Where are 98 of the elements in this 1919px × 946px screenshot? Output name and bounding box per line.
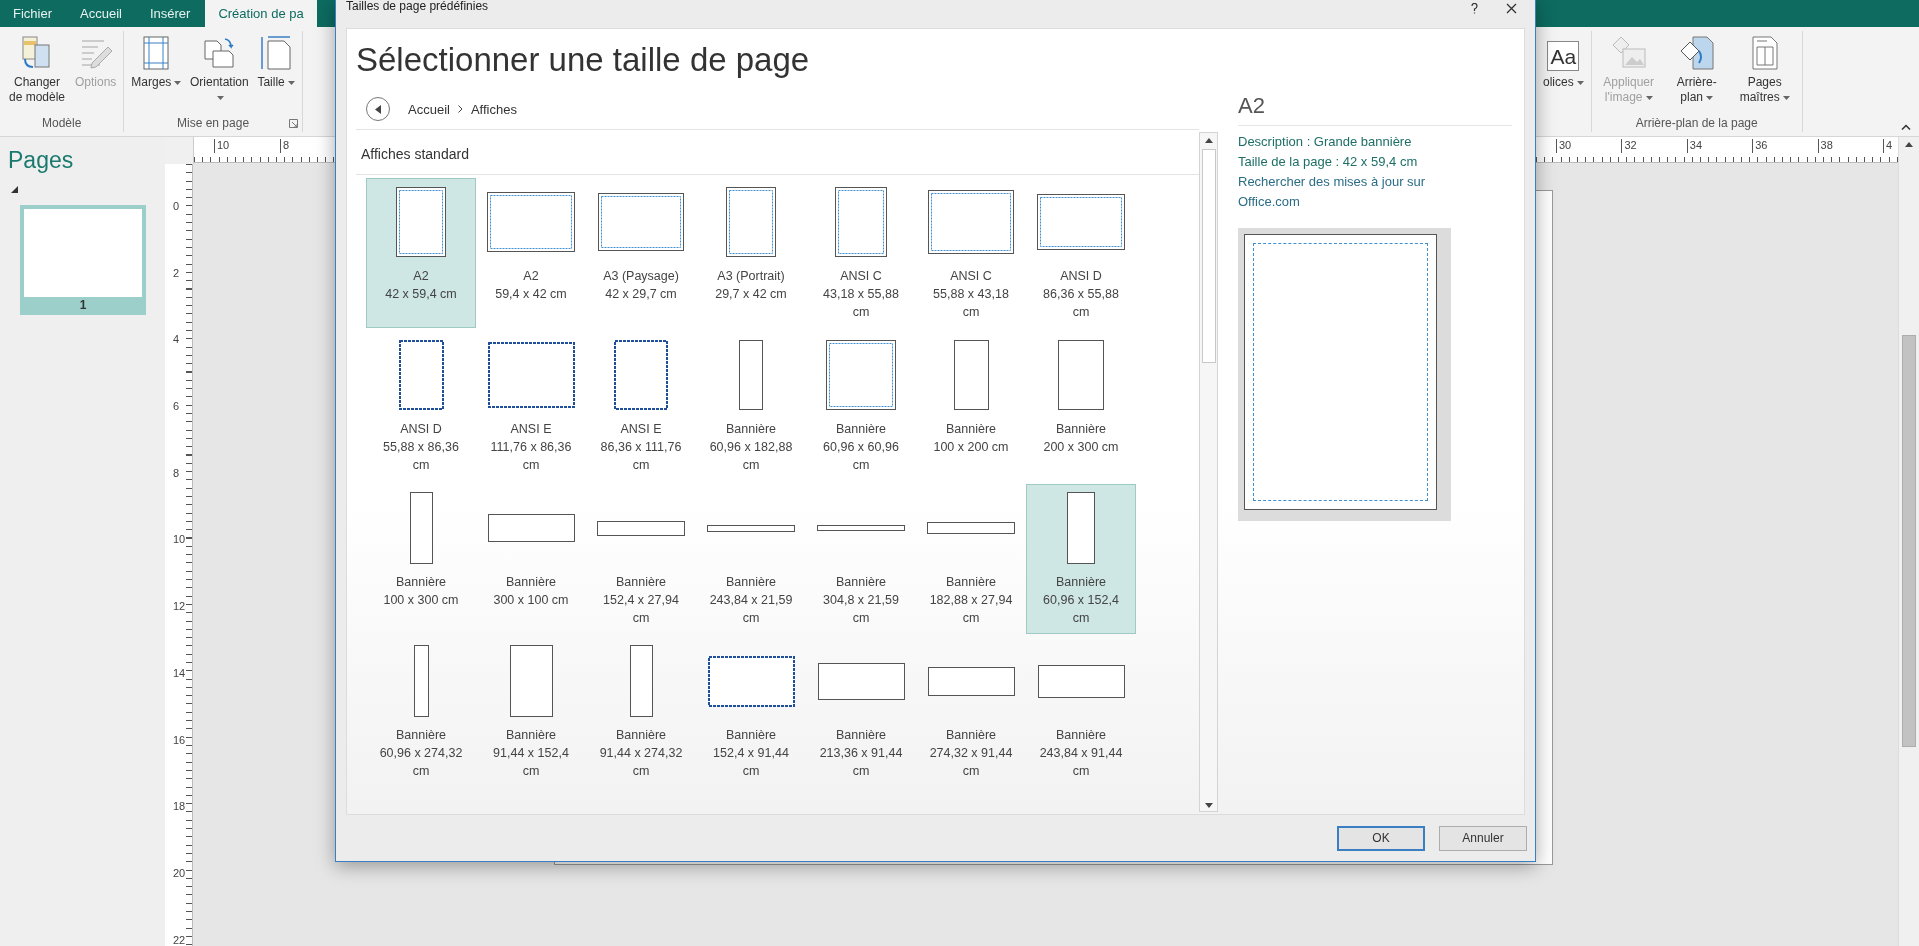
page-size-item[interactable]: Bannière 304,8 x 21,59 cm (806, 484, 916, 634)
page-thumbnail-icon (487, 342, 575, 408)
page-size-item[interactable]: Bannière 200 x 300 cm (1026, 331, 1136, 481)
page-thumbnail-icon (835, 187, 887, 257)
page-size-item[interactable]: ANSI E 111,76 x 86,36 cm (476, 331, 586, 481)
ribbon-button[interactable]: Changer de modèle (4, 33, 70, 107)
collapse-triangle-icon[interactable] (11, 186, 18, 193)
back-icon (374, 104, 382, 114)
page-thumbnail-icon (739, 340, 763, 410)
page-size-text: Taille de la page : 42 x 59,4 cm (1238, 153, 1419, 171)
page-thumbnail-icon (953, 340, 989, 410)
pages-title: Pages (8, 147, 75, 174)
page-size-item[interactable]: Bannière 100 x 300 cm (366, 484, 476, 634)
page-size-item[interactable]: ANSI E 86,36 x 111,76 cm (586, 331, 696, 481)
scroll-thumb[interactable] (1201, 149, 1216, 363)
close-icon (1506, 2, 1517, 14)
dialog-scrollbar[interactable] (1199, 132, 1218, 812)
page-thumbnail-icon (487, 192, 575, 252)
scroll-thumb[interactable] (1902, 335, 1916, 747)
page-size-item[interactable]: Bannière 60,96 x 152,4 cm (1026, 484, 1136, 634)
page-size-item[interactable]: ANSI D 55,88 x 86,36 cm (366, 331, 476, 481)
page-thumbnail-icon (487, 514, 575, 542)
ribbon-button[interactable]: Taille (254, 33, 298, 92)
collapse-ribbon-icon[interactable] (1901, 124, 1911, 130)
page-size-item[interactable]: Bannière 60,96 x 60,96 cm (806, 331, 916, 481)
page-size-item[interactable]: Bannière 100 x 200 cm (916, 331, 1026, 481)
page-thumbnail-icon (1067, 492, 1095, 564)
page-thumbnail-icon (409, 492, 433, 564)
page-size-item[interactable]: Bannière 243,84 x 91,44 cm (1026, 637, 1136, 787)
ribbon-tab[interactable]: Accueil (67, 0, 135, 27)
page-size-item[interactable]: Bannière 300 x 100 cm (476, 484, 586, 634)
page-size-item[interactable]: A3 (Portrait) 29,7 x 42 cm (696, 178, 806, 328)
page-thumbnail-icon (707, 524, 795, 532)
page-size-item[interactable]: Bannière 152,4 x 91,44 cm (696, 637, 806, 787)
vertical-ruler: 0 2 4 6 8 10 12 14 16 18 20 22 (165, 164, 193, 946)
page-size-item[interactable]: Bannière 274,32 x 91,44 cm (916, 637, 1026, 787)
page-thumbnail-icon (509, 645, 553, 717)
ribbon-tab[interactable]: Insérer (136, 0, 204, 27)
ribbon-button[interactable]: Aa olices (1540, 33, 1587, 92)
dialog-launcher-icon[interactable] (288, 119, 298, 128)
page-size-item[interactable]: A2 59,4 x 42 cm (476, 178, 586, 328)
group-label: Arrière-plan de la page (1635, 116, 1758, 130)
page-thumbnail[interactable]: 1 (20, 205, 146, 315)
help-icon (1471, 2, 1478, 14)
page-size-item[interactable]: ANSI D 86,36 x 55,88 cm (1026, 178, 1136, 328)
page-size-item[interactable]: ANSI C 43,18 x 55,88 cm (806, 178, 916, 328)
section-title: Affiches standard (360, 145, 470, 164)
page-thumbnail-icon (817, 525, 905, 531)
page-thumbnail-icon (826, 340, 896, 410)
page-size-item[interactable]: Bannière 182,88 x 27,94 cm (916, 484, 1026, 634)
dialog-button[interactable]: OK (1337, 825, 1425, 851)
page-thumbnail-icon (597, 520, 685, 536)
dialog-heading: Sélectionner une taille de page (355, 40, 811, 80)
page-thumbnail-icon (629, 645, 653, 717)
page-thumbnail-icon (726, 187, 776, 257)
ribbon-button[interactable]: Orientation (186, 33, 253, 107)
font-icon: Aa (1547, 41, 1580, 71)
ribbon-button[interactable]: Arrière-plan (1663, 33, 1730, 107)
page-thumbnail-icon (398, 340, 444, 410)
group-label: Modèle (42, 116, 82, 130)
dialog-title: Tailles de page prédéfinies (346, 0, 489, 12)
vertical-scrollbar[interactable] (1898, 137, 1919, 946)
page-thumbnail-icon (1037, 194, 1125, 250)
horizontal-ruler: 30 32 34 36 38 4 (1536, 137, 1898, 163)
selected-size-title: A2 (1238, 92, 1266, 120)
page-thumbnail-icon (413, 645, 429, 717)
page-size-item[interactable]: Bannière 243,84 x 21,59 cm (696, 484, 806, 634)
breadcrumb-link[interactable]: Affiches (470, 101, 517, 117)
page-thumbnail-icon (396, 187, 446, 257)
page-thumbnail-icon (817, 662, 905, 700)
ribbon-button[interactable]: Marges (128, 33, 185, 92)
page-thumbnail-icon (1058, 340, 1104, 410)
dialog-button[interactable]: Annuler (1439, 825, 1527, 851)
back-button[interactable] (366, 97, 390, 121)
page-thumbnail-icon (927, 666, 1015, 696)
page-thumbnail-icon (707, 655, 795, 707)
page-size-item[interactable]: Bannière 91,44 x 152,4 cm (476, 637, 586, 787)
page-size-item[interactable]: Bannière 213,36 x 91,44 cm (806, 637, 916, 787)
ribbon-tab[interactable]: Création de pa (205, 0, 317, 27)
page-thumbnail-icon (927, 522, 1015, 534)
page-size-item[interactable]: Bannière 152,4 x 27,94 cm (586, 484, 696, 634)
breadcrumb-link[interactable]: Accueil (408, 101, 450, 117)
page-thumbnail-icon (598, 193, 684, 251)
chevron-icon (457, 105, 463, 113)
description-text: Description : Grande bannière (1238, 133, 1413, 151)
group-label: Mise en page (177, 116, 250, 130)
page-thumbnail-icon (928, 190, 1014, 254)
page-size-item[interactable]: Bannière 60,96 x 274,32 cm (366, 637, 476, 787)
page-thumbnail-icon (614, 340, 668, 410)
ribbon-button[interactable]: Pages maîtres (1731, 33, 1798, 107)
page-size-item[interactable]: Bannière 91,44 x 274,32 cm (586, 637, 696, 787)
page-thumbnail-icon (1037, 664, 1125, 698)
updates-link[interactable]: Rechercher des mises à jour sur Office.com (1238, 172, 1438, 212)
page-size-item[interactable]: A3 (Paysage) 42 x 29,7 cm (586, 178, 696, 328)
page-size-item[interactable]: A2 42 x 59,4 cm (366, 178, 476, 328)
page-size-item[interactable]: Bannière 60,96 x 182,88 cm (696, 331, 806, 481)
ribbon-tab[interactable]: Fichier (0, 0, 65, 27)
page-size-item[interactable]: ANSI C 55,88 x 43,18 cm (916, 178, 1026, 328)
